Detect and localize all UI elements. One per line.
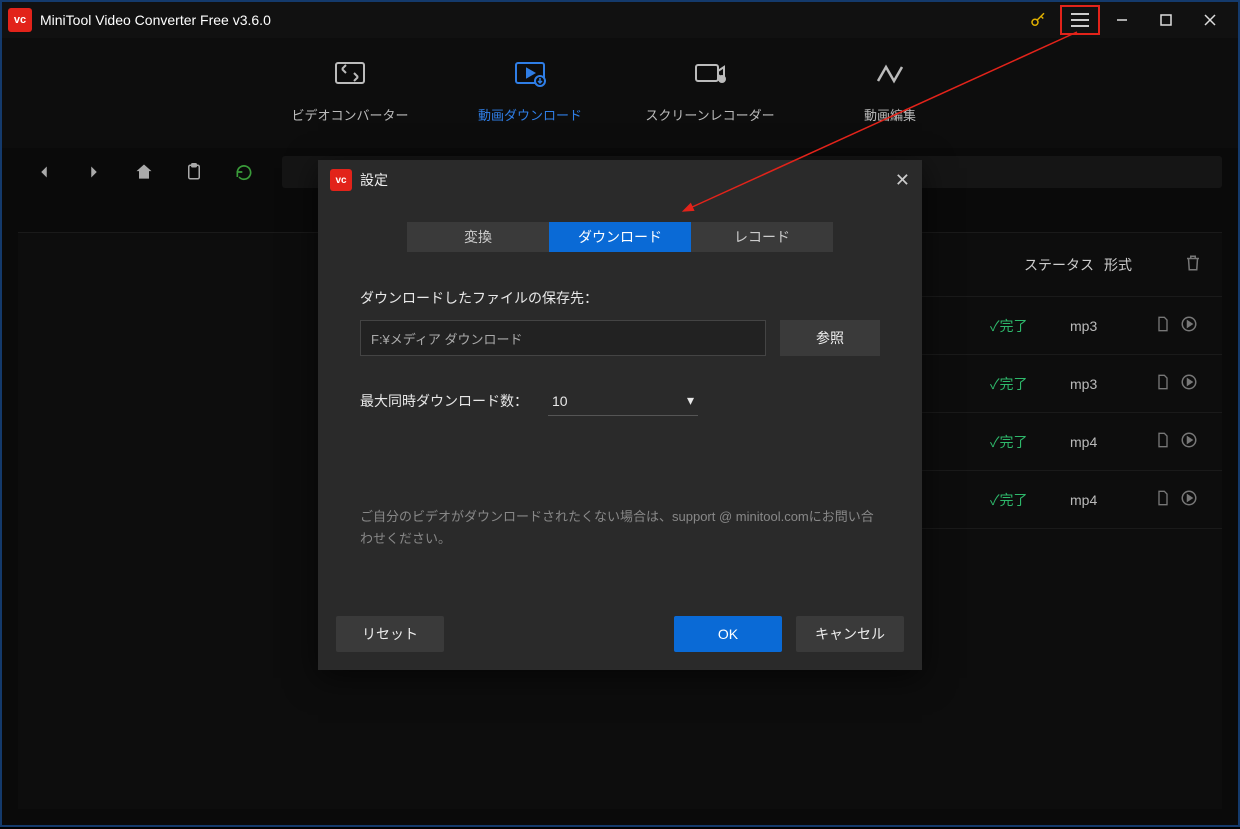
key-icon[interactable] <box>1016 6 1060 34</box>
download-icon <box>440 53 620 93</box>
converter-icon <box>260 53 440 93</box>
forward-button[interactable] <box>82 161 106 183</box>
file-icon[interactable] <box>1150 373 1176 394</box>
dialog-titlebar: vc 設定 ✕ <box>318 160 922 200</box>
chevron-down-icon: ▾ <box>687 392 694 409</box>
trash-icon[interactable] <box>1184 254 1202 275</box>
dialog-close-button[interactable]: ✕ <box>895 170 910 191</box>
support-note: ご自分のビデオがダウンロードされたくない場合は、support @ minito… <box>360 506 880 550</box>
app-logo-small: vc <box>330 169 352 191</box>
save-path-input[interactable] <box>360 320 766 356</box>
home-button[interactable] <box>132 162 156 182</box>
file-icon[interactable] <box>1150 489 1176 510</box>
browse-button[interactable]: 参照 <box>780 320 880 356</box>
tab-download[interactable]: ダウンロード <box>549 222 691 252</box>
nav-editor[interactable]: 動画編集 <box>800 38 980 148</box>
back-button[interactable] <box>32 161 56 183</box>
settings-tabs: 変換 ダウンロード レコード <box>318 222 922 252</box>
nav-download[interactable]: 動画ダウンロード <box>440 38 620 148</box>
play-icon[interactable] <box>1176 315 1202 336</box>
minimize-button[interactable] <box>1100 6 1144 34</box>
settings-dialog: vc 設定 ✕ 変換 ダウンロード レコード ダウンロードしたファイルの保存先：… <box>318 160 922 670</box>
file-icon[interactable] <box>1150 431 1176 452</box>
recorder-icon <box>620 53 800 93</box>
nav-recorder[interactable]: スクリーンレコーダー <box>620 38 800 148</box>
cancel-button[interactable]: キャンセル <box>796 616 904 652</box>
editor-icon <box>800 53 980 93</box>
ok-button[interactable]: OK <box>674 616 782 652</box>
max-downloads-label: 最大同時ダウンロード数： <box>360 391 528 411</box>
app-window: vc MiniTool Video Converter Free v3.6.0 … <box>0 0 1240 827</box>
file-icon[interactable] <box>1150 315 1176 336</box>
app-logo: vc <box>8 8 32 32</box>
tab-convert[interactable]: 変換 <box>407 222 549 252</box>
play-icon[interactable] <box>1176 489 1202 510</box>
close-button[interactable] <box>1188 6 1232 34</box>
max-downloads-select[interactable]: 10 ▾ <box>548 386 698 416</box>
app-title: MiniTool Video Converter Free v3.6.0 <box>40 12 271 28</box>
titlebar: vc MiniTool Video Converter Free v3.6.0 <box>2 2 1238 38</box>
menu-button[interactable] <box>1060 5 1100 35</box>
main-nav: ビデオコンバーター 動画ダウンロード スクリーンレコーダー 動画編集 <box>2 38 1238 148</box>
save-path-label: ダウンロードしたファイルの保存先： <box>360 288 880 308</box>
col-format: 形式 <box>1104 255 1184 275</box>
nav-converter[interactable]: ビデオコンバーター <box>260 38 440 148</box>
reset-button[interactable]: リセット <box>336 616 444 652</box>
col-status: ステータス <box>1024 255 1104 275</box>
dialog-title: 設定 <box>360 170 388 190</box>
tab-record[interactable]: レコード <box>691 222 833 252</box>
refresh-button[interactable] <box>232 162 256 182</box>
play-icon[interactable] <box>1176 373 1202 394</box>
clipboard-button[interactable] <box>182 162 206 182</box>
play-icon[interactable] <box>1176 431 1202 452</box>
maximize-button[interactable] <box>1144 6 1188 34</box>
